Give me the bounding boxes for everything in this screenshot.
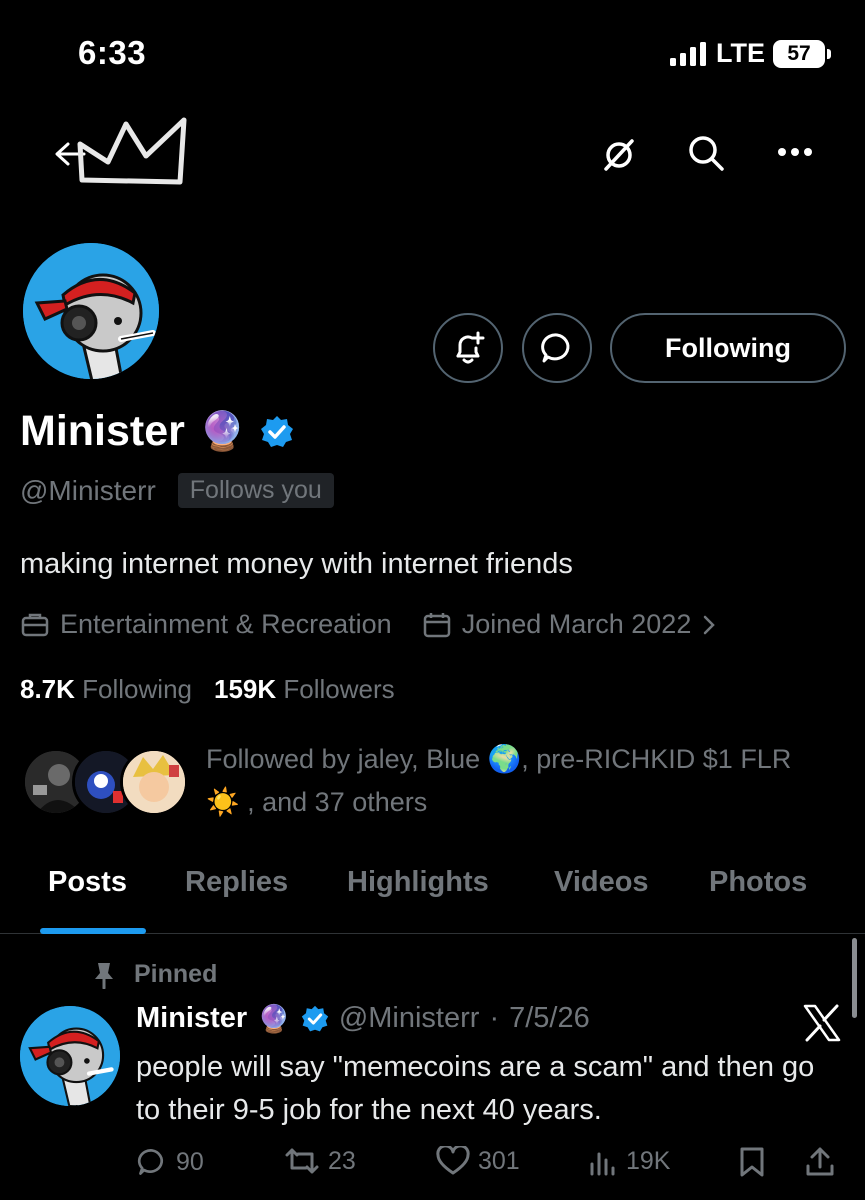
banner-crown: [74, 112, 190, 192]
like-count: 301: [478, 1146, 520, 1175]
category-item: Entertainment & Recreation: [20, 609, 392, 640]
message-button[interactable]: [522, 313, 592, 383]
following-button[interactable]: Following: [610, 313, 846, 383]
pin-icon: [95, 962, 113, 989]
bell-plus-icon: [456, 331, 485, 364]
bookmark-icon: [740, 1147, 764, 1177]
chevron-right-icon: [704, 615, 716, 634]
profile-avatar[interactable]: [20, 240, 162, 382]
search-button[interactable]: [683, 130, 729, 176]
reply-action[interactable]: 90: [136, 1146, 204, 1178]
grok-icon: [604, 139, 634, 171]
bookmark-action[interactable]: [738, 1146, 766, 1178]
crystal-ball-emoji: 🔮: [198, 410, 247, 453]
avatar-character-icon: [20, 1006, 120, 1106]
briefcase-icon: [21, 613, 49, 636]
network-label: LTE: [716, 38, 765, 68]
handle-row: @Ministerr Follows you: [20, 473, 334, 508]
views-action[interactable]: 19K: [588, 1146, 670, 1176]
tab-photos[interactable]: Photos: [709, 866, 807, 899]
follow-stats: 8.7K Following 159K Followers: [20, 674, 395, 705]
reply-icon: [137, 1149, 164, 1175]
followed-by-avatars[interactable]: [22, 748, 188, 818]
avatar-character-icon: [23, 243, 159, 379]
tab-replies[interactable]: Replies: [185, 866, 288, 899]
profile-handle: @Ministerr: [20, 474, 156, 506]
verified-badge-icon: [301, 1005, 328, 1031]
heart-icon: [436, 1146, 470, 1175]
tab-highlights[interactable]: Highlights: [347, 866, 489, 899]
crystal-ball-emoji: 🔮: [257, 1003, 291, 1034]
calendar-icon: [423, 612, 450, 637]
category-label: Entertainment & Recreation: [60, 609, 392, 639]
follows-you-badge: Follows you: [177, 473, 334, 508]
followers-count: 159K: [213, 674, 277, 704]
views-icon: [590, 1152, 615, 1176]
profile-name: Minister: [20, 407, 185, 455]
following-label: Following: [82, 674, 192, 704]
repost-icon: [285, 1148, 319, 1174]
post-separator: ·: [489, 1002, 500, 1034]
followers-stat[interactable]: 159K Followers: [214, 674, 395, 705]
post-author-handle: @Ministerr: [338, 1002, 480, 1034]
followed-by-line: ☀️ , and 37 others: [206, 787, 428, 817]
scrollbar[interactable]: [852, 938, 857, 1018]
notify-button[interactable]: [433, 313, 503, 383]
battery-icon: 57: [773, 39, 831, 68]
more-icon: [778, 148, 812, 156]
more-button[interactable]: [772, 132, 818, 172]
pinned-label: Pinned: [134, 960, 218, 988]
pinned-label-row: Pinned: [92, 960, 217, 989]
post-author-name[interactable]: Minister: [136, 1002, 247, 1035]
repost-count: 23: [328, 1146, 356, 1175]
post-author-avatar[interactable]: [20, 1006, 120, 1106]
followers-label: Followers: [283, 674, 395, 704]
crown-icon: [77, 117, 187, 185]
active-tab-indicator: [40, 928, 146, 934]
post-source: [802, 1004, 842, 1042]
share-action[interactable]: [804, 1146, 836, 1178]
reply-count: 90: [176, 1147, 204, 1176]
verified-badge-icon: [261, 415, 294, 447]
post-text: people will say "memecoins are a scam" a…: [136, 1051, 815, 1126]
post-header: Minister 🔮 @Ministerr · 7/5/26: [136, 1002, 590, 1035]
profile-name-row: Minister 🔮: [20, 407, 294, 456]
like-action[interactable]: 301: [436, 1146, 520, 1176]
profile-meta: Entertainment & Recreation Joined March …: [20, 609, 717, 640]
tab-posts[interactable]: Posts: [48, 866, 127, 899]
follower-avatar-image: [123, 751, 185, 813]
status-indicators: LTE 57: [670, 38, 831, 69]
repost-action[interactable]: 23: [284, 1146, 356, 1176]
views-count: 19K: [626, 1146, 671, 1175]
profile-bio: making internet money with internet frie…: [20, 548, 573, 580]
joined-item[interactable]: Joined March 2022: [422, 609, 718, 640]
followed-by-line: Followed by jaley, Blue 🌍, pre-RICHKID $…: [206, 744, 792, 774]
follower-avatar: [120, 748, 188, 816]
search-icon: [689, 136, 724, 171]
tab-videos[interactable]: Videos: [554, 866, 649, 899]
followed-by-text[interactable]: Followed by jaley, Blue 🌍, pre-RICHKID $…: [206, 738, 846, 824]
share-icon: [806, 1147, 834, 1176]
post-date: 7/5/26: [509, 1002, 590, 1034]
profile-tabs: Posts Replies Highlights Videos Photos: [0, 860, 865, 934]
post-actions: 90 23 301 19K: [136, 1146, 844, 1186]
message-icon: [541, 333, 570, 363]
signal-icon: [670, 41, 706, 66]
status-time: 6:33: [78, 34, 147, 71]
x-logo-icon: [803, 1004, 841, 1042]
joined-label: Joined March 2022: [461, 609, 692, 639]
following-stat[interactable]: 8.7K Following: [20, 674, 192, 705]
grok-button[interactable]: [596, 132, 642, 178]
following-count: 8.7K: [20, 674, 75, 704]
